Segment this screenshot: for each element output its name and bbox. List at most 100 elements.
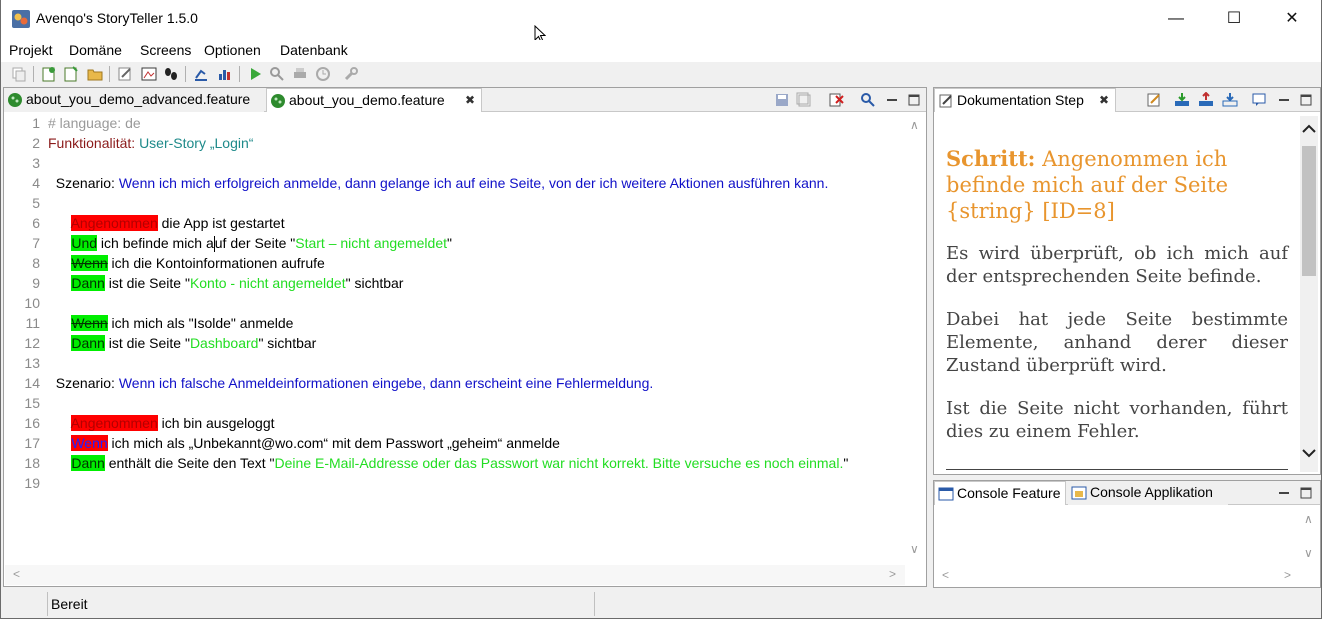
save-all-icon[interactable] bbox=[796, 92, 812, 108]
documentation-pane: Dokumentation Step ✖ Schritt: Angenommen… bbox=[933, 87, 1321, 475]
code-token: Und bbox=[71, 235, 98, 251]
edit-icon[interactable] bbox=[1146, 92, 1162, 108]
line-content: Wenn ich mich als „Unbekannt@wo.com“ mit… bbox=[48, 433, 560, 453]
tab-about-you-demo[interactable]: about_you_demo.feature ✖ bbox=[266, 88, 482, 112]
scroll-down-icon[interactable]: ∨ bbox=[1304, 546, 1313, 560]
tab-label: Dokumentation Step bbox=[957, 92, 1084, 108]
export-icon[interactable] bbox=[193, 66, 209, 82]
export-doc-icon[interactable] bbox=[1198, 92, 1214, 108]
scroll-down-icon[interactable]: ∨ bbox=[910, 542, 919, 556]
minimize-pane-icon[interactable] bbox=[1276, 485, 1292, 501]
code-token: ist die Seite " bbox=[104, 275, 190, 291]
status-text: Bereit bbox=[47, 592, 595, 616]
scroll-up-icon[interactable]: ∧ bbox=[910, 118, 919, 132]
new-feature-icon[interactable] bbox=[41, 66, 57, 82]
doc-content: Schritt: Angenommen ich befinde mich auf… bbox=[946, 146, 1288, 463]
doc-paragraph: Es wird überprüft, ob ich mich auf der e… bbox=[946, 243, 1288, 287]
edit-doc-icon bbox=[939, 94, 952, 108]
close-tab-icon[interactable]: ✖ bbox=[1099, 89, 1109, 112]
maximize-button[interactable]: ☐ bbox=[1205, 0, 1263, 38]
line-number: 13 bbox=[24, 355, 40, 371]
scroll-right-icon[interactable]: > bbox=[1284, 568, 1291, 582]
code-area[interactable]: 1 # language: de 2 Funktionalität: User-Sto… bbox=[4, 115, 904, 575]
code-token: Angenommen bbox=[70, 415, 158, 431]
close-tab-icon[interactable]: ✖ bbox=[465, 89, 475, 112]
scroll-left-icon[interactable]: < bbox=[13, 567, 20, 581]
cucumber-icon bbox=[8, 93, 22, 107]
code-token: Dashboard bbox=[189, 335, 259, 351]
search-icon[interactable] bbox=[860, 92, 876, 108]
comment-icon[interactable] bbox=[1252, 92, 1268, 108]
edit-icon[interactable] bbox=[117, 66, 133, 82]
open-folder-icon[interactable] bbox=[87, 66, 103, 82]
doc-heading-label: Schritt: bbox=[946, 146, 1036, 171]
wrench-icon[interactable] bbox=[343, 66, 359, 82]
line-number: 16 bbox=[24, 415, 40, 431]
minimize-pane-icon[interactable] bbox=[1276, 92, 1292, 108]
bar-chart-icon[interactable] bbox=[217, 66, 233, 82]
tab-documentation-step[interactable]: Dokumentation Step ✖ bbox=[934, 88, 1116, 112]
search-tool-icon[interactable] bbox=[269, 66, 285, 82]
code-token: Wenn ich mich erfolgreich anmelde, dann … bbox=[118, 175, 829, 191]
code-token: Wenn bbox=[71, 315, 108, 331]
doc-tab-bar: Dokumentation Step ✖ bbox=[934, 88, 1320, 112]
new-file-icon[interactable] bbox=[63, 66, 79, 82]
print-icon[interactable] bbox=[292, 66, 308, 82]
maximize-pane-icon[interactable] bbox=[906, 92, 922, 108]
code-token: ich die Kontoinformationen aufrufe bbox=[107, 255, 325, 271]
save-icon[interactable] bbox=[774, 92, 790, 108]
menu-datenbank[interactable]: Datenbank bbox=[280, 42, 348, 58]
doc-divider bbox=[946, 469, 1288, 470]
maximize-pane-icon[interactable] bbox=[1298, 485, 1314, 501]
minimize-pane-icon[interactable] bbox=[884, 92, 900, 108]
copy-icon[interactable] bbox=[11, 66, 27, 82]
scroll-left-icon[interactable]: < bbox=[942, 568, 949, 582]
line-number: 4 bbox=[32, 175, 40, 191]
code-token: Szenario: bbox=[48, 175, 119, 191]
delete-step-icon[interactable] bbox=[828, 92, 844, 108]
scroll-up-icon[interactable] bbox=[1302, 124, 1316, 134]
doc-vertical-scrollbar[interactable] bbox=[1300, 116, 1318, 472]
line-content: Funktionalität: User-Story „Login“ bbox=[48, 133, 253, 153]
line-number: 8 bbox=[32, 255, 40, 271]
clock-icon[interactable] bbox=[315, 66, 331, 82]
import-icon[interactable] bbox=[1174, 92, 1190, 108]
editor-horizontal-scrollbar[interactable]: < > bbox=[5, 565, 905, 585]
menu-domaene[interactable]: Domäne bbox=[69, 42, 122, 58]
close-window-button[interactable]: ✕ bbox=[1263, 0, 1321, 38]
title-bar: Avenqo's StoryTeller 1.5.0 — ☐ ✕ bbox=[1, 0, 1321, 43]
line-number: 5 bbox=[32, 195, 40, 211]
image-icon[interactable] bbox=[141, 66, 157, 82]
window-title: Avenqo's StoryTeller 1.5.0 bbox=[36, 10, 198, 26]
tab-console-applikation[interactable]: Console Applikation bbox=[1068, 481, 1228, 505]
scroll-thumb[interactable] bbox=[1302, 146, 1316, 276]
menu-screens[interactable]: Screens bbox=[140, 42, 191, 58]
menu-projekt[interactable]: Projekt bbox=[9, 42, 53, 58]
scroll-right-icon[interactable]: > bbox=[889, 567, 896, 581]
menu-optionen[interactable]: Optionen bbox=[204, 42, 261, 58]
code-token: Dann bbox=[71, 275, 105, 291]
doc-paragraph: Dabei hat jede Seite bestimmte Elemente,… bbox=[946, 309, 1288, 376]
maximize-pane-icon[interactable] bbox=[1298, 92, 1314, 108]
steps-icon[interactable] bbox=[163, 66, 179, 82]
tab-console-feature[interactable]: Console Feature bbox=[934, 481, 1066, 505]
run-icon[interactable] bbox=[247, 66, 263, 82]
scroll-up-icon[interactable]: ∧ bbox=[1304, 512, 1313, 526]
code-token: Angenommen bbox=[70, 215, 158, 231]
minimize-button[interactable]: — bbox=[1147, 0, 1205, 38]
console-output[interactable]: ∧ ∨ < > bbox=[934, 506, 1320, 587]
line-content: Dann ist die Seite "Konto - nicht angeme… bbox=[48, 273, 403, 293]
editor-vertical-scrollbar[interactable]: ∧ ∨ bbox=[906, 116, 924, 560]
line-content: Wenn ich mich als "Isolde" anmelde bbox=[48, 313, 293, 333]
download-icon[interactable] bbox=[1222, 92, 1238, 108]
line-number: 1 bbox=[32, 115, 40, 131]
code-token: " bbox=[843, 455, 849, 471]
line-number: 7 bbox=[32, 235, 40, 251]
tab-label: Console Applikation bbox=[1090, 484, 1213, 500]
scroll-down-icon[interactable] bbox=[1302, 448, 1316, 458]
toolbar bbox=[1, 63, 1321, 85]
code-token: User-Story „Login“ bbox=[139, 135, 254, 151]
tab-about-you-demo-advanced[interactable]: about_you_demo_advanced.feature bbox=[4, 88, 264, 112]
line-number: 3 bbox=[32, 155, 40, 171]
